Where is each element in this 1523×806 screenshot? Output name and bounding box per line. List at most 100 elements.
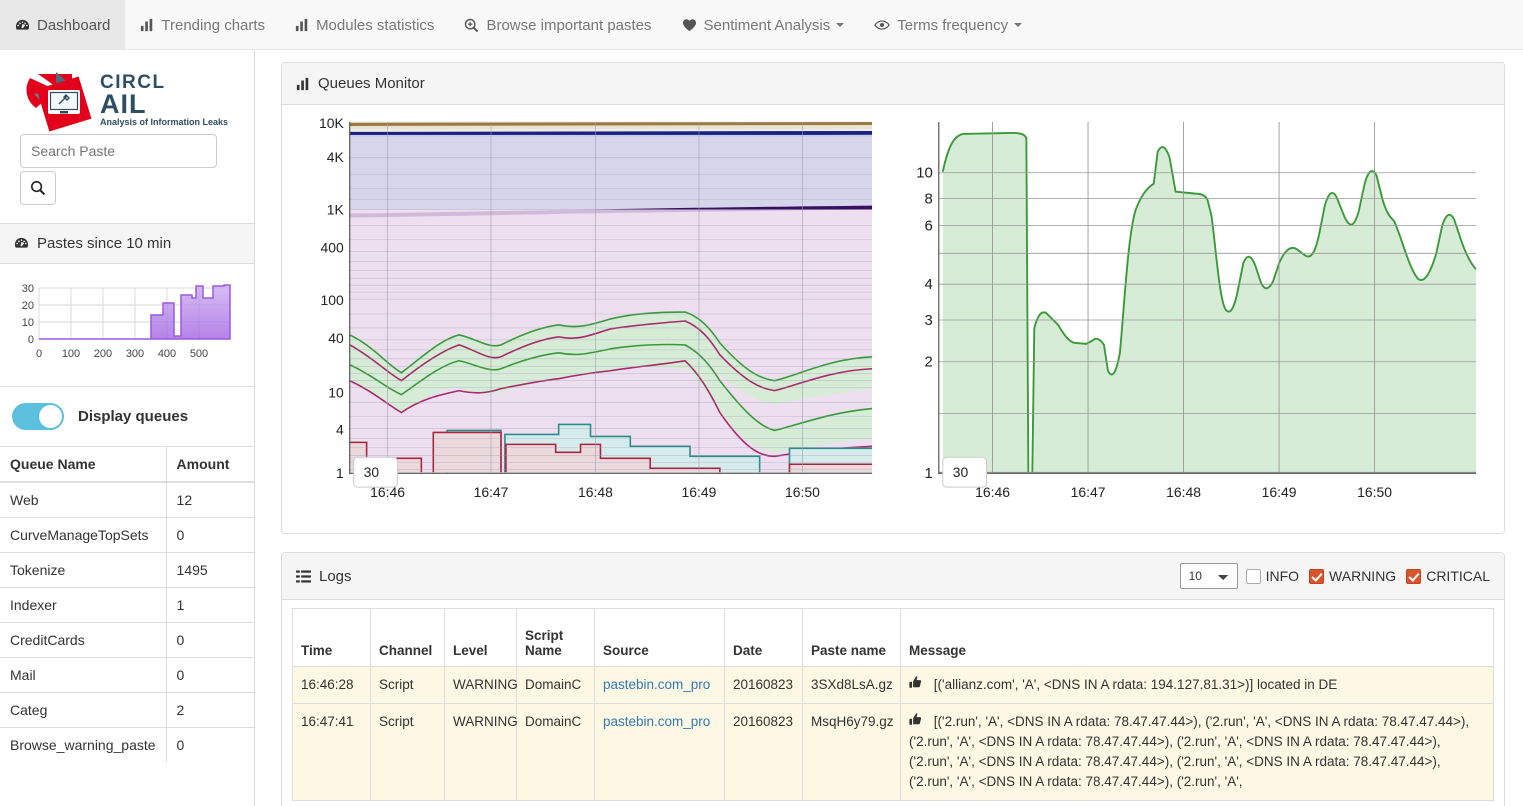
left-chart-range-value: 30: [364, 464, 380, 480]
logs-rows-select[interactable]: 10 25 50 100: [1179, 563, 1238, 589]
logs-header-script-name[interactable]: Script Name: [516, 608, 595, 667]
svg-text:10K: 10K: [319, 115, 344, 131]
queue-name: CurveManageTopSets: [0, 517, 167, 553]
table-row[interactable]: Web 12: [0, 481, 254, 518]
table-row[interactable]: Indexer 1: [0, 587, 254, 623]
svg-text:16:50: 16:50: [785, 484, 820, 500]
logs-card: Logs 10 25 50 100 INFO WARNING CRITICAL: [281, 552, 1505, 806]
queues-monitor-left-chart[interactable]: 10K 4K 1K 400 100 40 10 4 1 16:46 16:47 …: [292, 113, 889, 523]
queue-name: CreditCards: [0, 622, 167, 658]
search-plus-icon: [464, 18, 479, 33]
svg-text:200: 200: [94, 348, 112, 360]
queue-table-header-amount: Amount: [166, 447, 254, 483]
table-row[interactable]: Mail 0: [0, 657, 254, 693]
logs-header-paste-name[interactable]: Paste name: [802, 608, 901, 667]
page-layout: CIRCL AIL Analysis of Information Leaks …: [0, 50, 1523, 806]
logs-header-source[interactable]: Source: [594, 608, 725, 667]
svg-text:0: 0: [36, 348, 42, 360]
table-row[interactable]: 16:47:41 Script WARNING DomainC pastebin…: [292, 702, 1494, 801]
search-input[interactable]: [20, 134, 217, 168]
log-channel: Script: [370, 702, 445, 801]
log-source-link[interactable]: pastebin.com_pro: [603, 714, 710, 729]
log-level: WARNING: [444, 666, 518, 704]
queue-name: Web: [0, 481, 167, 518]
table-row[interactable]: Browse_warning_paste 0: [0, 727, 254, 762]
logs-header-message[interactable]: Message: [900, 608, 1494, 667]
svg-text:16:49: 16:49: [1262, 484, 1297, 500]
svg-text:2: 2: [925, 354, 933, 371]
eye-icon: [874, 19, 891, 31]
svg-text:8: 8: [925, 191, 933, 208]
table-row[interactable]: Categ 2: [0, 692, 254, 728]
nav-item-trending-charts[interactable]: Trending charts: [125, 0, 280, 50]
log-time: 16:46:28: [292, 666, 371, 704]
svg-text:40: 40: [328, 330, 344, 346]
queue-table-header-row: Queue Name Amount: [0, 447, 254, 483]
queues-monitor-card: Queues Monitor 10K 4K 1K 400 100 40 10 4…: [281, 62, 1505, 534]
svg-text:10: 10: [22, 317, 34, 329]
search-button[interactable]: [20, 171, 56, 205]
left-chart-range-badge[interactable]: 30: [353, 456, 398, 488]
queues-monitor-body: 10K 4K 1K 400 100 40 10 4 1 16:46 16:47 …: [282, 105, 1504, 533]
logs-header-channel[interactable]: Channel: [370, 608, 445, 667]
svg-text:400: 400: [158, 348, 176, 360]
log-script-name: DomainC: [516, 666, 595, 704]
thumbs-up-icon[interactable]: [909, 713, 922, 726]
queue-amount: 1: [166, 587, 254, 623]
logs-title: Logs: [319, 567, 352, 585]
logs-header-time[interactable]: Time: [292, 608, 371, 667]
table-row[interactable]: 16:46:28 Script WARNING DomainC pastebin…: [292, 666, 1494, 704]
queue-name: Tokenize: [0, 552, 167, 588]
logs-header: Logs 10 25 50 100 INFO WARNING CRITICAL: [282, 553, 1504, 600]
bar-chart-icon: [296, 77, 310, 91]
svg-text:10: 10: [916, 165, 933, 182]
pastes-sparkline-panel: 30 20 10 0 0 100 200 300 400 500: [0, 264, 254, 387]
nav-item-dashboard[interactable]: Dashboard: [0, 0, 126, 50]
svg-text:4K: 4K: [327, 149, 345, 165]
display-queues-toggle[interactable]: [12, 403, 64, 430]
svg-text:10: 10: [328, 385, 344, 401]
table-row[interactable]: Tokenize 1495: [0, 552, 254, 588]
logs-header-date[interactable]: Date: [724, 608, 803, 667]
log-message: [('2.run', 'A', <DNS IN A rdata: 78.47.4…: [900, 702, 1494, 801]
svg-text:16:48: 16:48: [578, 484, 613, 500]
table-row[interactable]: CurveManageTopSets 0: [0, 517, 254, 553]
svg-text:100: 100: [62, 348, 80, 360]
dashboard-icon: [15, 18, 30, 33]
filter-checkbox-warning[interactable]: [1309, 568, 1325, 584]
nav-item-browse-important-pastes[interactable]: Browse important pastes: [449, 0, 666, 50]
log-time: 16:47:41: [292, 702, 371, 801]
log-source-link[interactable]: pastebin.com_pro: [603, 677, 710, 692]
queue-table-header-name: Queue Name: [0, 447, 167, 483]
thumbs-up-icon[interactable]: [909, 676, 922, 689]
table-row[interactable]: CreditCards 0: [0, 622, 254, 658]
log-channel: Script: [370, 666, 445, 704]
filter-checkbox-info[interactable]: [1245, 568, 1261, 584]
nav-item-label: Terms frequency: [897, 16, 1009, 34]
svg-text:1: 1: [925, 465, 933, 482]
right-chart-range-badge[interactable]: 30: [942, 456, 988, 488]
queue-amount: 0: [166, 517, 254, 553]
svg-text:20: 20: [22, 300, 34, 312]
svg-text:100: 100: [321, 292, 344, 308]
nav-item-terms-frequency[interactable]: Terms frequency: [859, 0, 1037, 50]
nav-item-modules-statistics[interactable]: Modules statistics: [280, 0, 449, 50]
log-message: [('allianz.com', 'A', <DNS IN A rdata: 1…: [900, 666, 1494, 704]
logs-header-level[interactable]: Level: [444, 608, 517, 667]
list-icon: [296, 569, 311, 583]
svg-text:16:50: 16:50: [1357, 484, 1392, 500]
nav-item-sentiment-analysis[interactable]: Sentiment Analysis: [667, 0, 860, 50]
svg-text:300: 300: [126, 348, 144, 360]
log-source[interactable]: pastebin.com_pro: [594, 702, 725, 801]
display-queues-row: Display queues: [0, 387, 254, 447]
queue-table: Queue Name Amount Web 12 CurveManageTopSe…: [0, 447, 254, 762]
queues-monitor-right-chart[interactable]: 10 8 6 4 3 2 1 16:46 16:47 16:48 16:49 1…: [897, 113, 1494, 523]
pastes-panel-title: Pastes since 10 min: [37, 235, 172, 252]
log-source[interactable]: pastebin.com_pro: [594, 666, 725, 704]
svg-text:0: 0: [28, 334, 34, 346]
svg-text:1K: 1K: [327, 202, 345, 218]
nav-item-label: Dashboard: [37, 16, 111, 34]
queue-amount: 1495: [166, 552, 254, 588]
nav-item-label: Trending charts: [161, 16, 266, 34]
filter-checkbox-critical[interactable]: [1406, 568, 1422, 584]
